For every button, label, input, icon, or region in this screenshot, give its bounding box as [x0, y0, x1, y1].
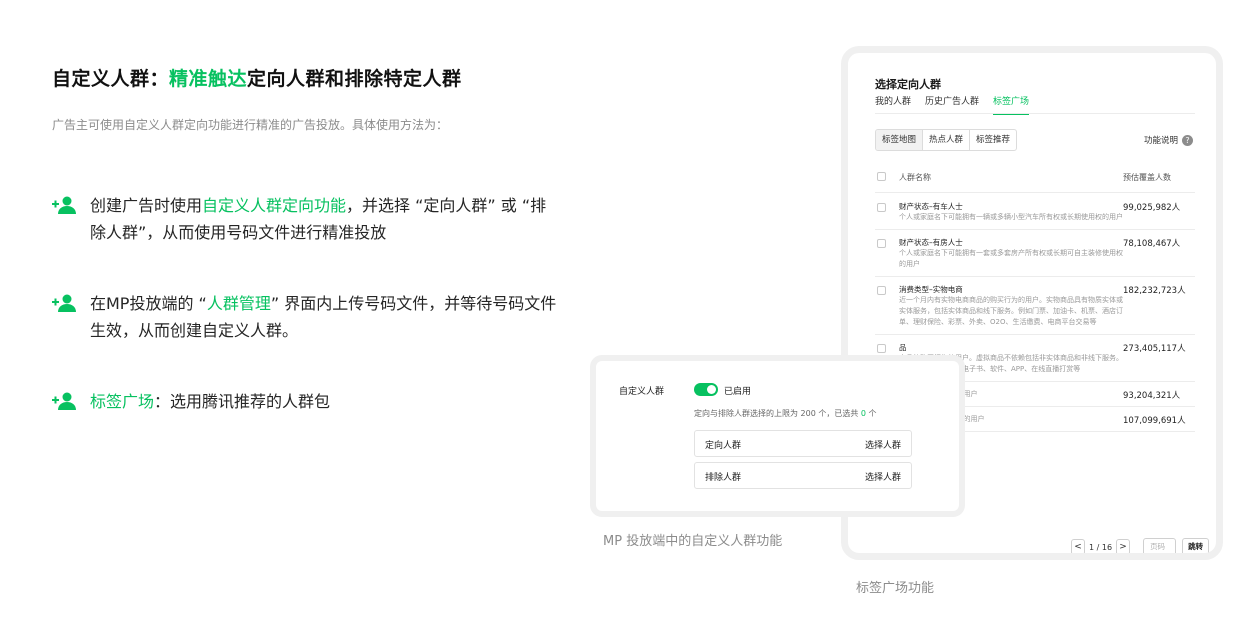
row-name: 品 [899, 343, 907, 352]
bullet-link[interactable]: 标签广场 [90, 392, 154, 411]
prev-page-button[interactable]: < [1071, 539, 1085, 553]
row-count: 78,108,467人 [1123, 239, 1181, 249]
tag-square-content: 选择定向人群 我的人群 历史广告人群 标签广场 标签地图 热点人群 标签推荐 功… [875, 76, 1210, 553]
limit-text-pre: 定向与排除人群选择的上限为 200 个，已选共 [694, 409, 861, 418]
segment-hot-audience[interactable]: 热点人群 [923, 130, 971, 150]
bullet-pre: 在MP投放端的 “ [90, 294, 207, 313]
row-count: 93,204,321人 [1123, 391, 1181, 401]
limit-text-post: 个 [866, 409, 877, 418]
bullet-text: 创建广告时使用自定义人群定向功能，并选择 “定向人群” 或 “排除人群”，从而使… [90, 192, 560, 246]
question-icon: ? [1182, 134, 1193, 146]
panel-title: 选择定向人群 [875, 78, 941, 91]
row-checkbox[interactable] [877, 203, 886, 212]
column-count: 预估覆盖人数 [1123, 173, 1171, 182]
help-label: 功能说明 [1143, 136, 1178, 146]
selection-limit-note: 定向与排除人群选择的上限为 200 个，已选共 0 个 [694, 408, 877, 419]
tab-divider [875, 113, 1195, 114]
title-part2: 定向人群和排除特定人群 [247, 68, 462, 90]
row-count: 182,232,723人 [1123, 286, 1186, 296]
row-desc: 个人或家庭名下可能拥有一套或多套房产所有权或长期可自主装修使用权的用户 [899, 249, 1123, 268]
segment-tag-map[interactable]: 标签地图 [876, 130, 924, 150]
row-name: 消费类型–实物电商 [899, 285, 963, 294]
row-name: 财产状态–有车人士 [899, 202, 963, 211]
bullet-text: 标签广场：选用腾讯推荐的人群包 [90, 388, 560, 415]
bullet-item: 创建广告时使用自定义人群定向功能，并选择 “定向人群” 或 “排除人群”，从而使… [52, 192, 560, 246]
bullet-post: ：选用腾讯推荐的人群包 [154, 392, 331, 411]
add-user-icon [52, 196, 76, 214]
select-audience-button[interactable]: 选择人群 [865, 470, 901, 483]
tab-history-audience[interactable]: 历史广告人群 [925, 94, 979, 115]
bullet-pre: 创建广告时使用 [90, 196, 203, 215]
target-audience-label: 定向人群 [705, 441, 742, 451]
toggle-status: 已启用 [724, 387, 752, 397]
page-subtitle: 广告主可使用自定义人群定向功能进行精准的广告投放。具体使用方法为： [52, 118, 449, 132]
tab-tag-square[interactable]: 标签广场 [993, 94, 1030, 115]
row-count: 107,099,691人 [1123, 416, 1186, 426]
next-page-button[interactable]: > [1116, 539, 1131, 553]
tag-square-caption: 标签广场功能 [856, 581, 935, 596]
jump-button[interactable]: 跳转 [1182, 538, 1210, 553]
pagination: < 1 / 16 > 页码 跳转 [1071, 538, 1210, 553]
table-row: 财产状态–有房人士 个人或家庭名下可能拥有一套或多套房产所有权或长期可自主装修使… [875, 230, 1195, 277]
bullet-item: 在MP投放端的 “人群管理” 界面内上传号码文件，并等待号码文件生效，从而创建自… [52, 290, 560, 344]
exclude-audience-label: 排除人群 [705, 473, 742, 483]
audience-tabs: 我的人群 历史广告人群 标签广场 [875, 94, 1043, 115]
page-indicator: 1 / 16 [1089, 542, 1113, 552]
add-user-icon [52, 294, 76, 312]
row-desc: 个人或家庭名下可能拥有一辆或多辆小型汽车所有权或长期使用权的用户 [899, 213, 1123, 221]
page-input[interactable]: 页码 [1143, 538, 1177, 553]
help-link[interactable]: 功能说明? [1144, 134, 1193, 146]
bullet-link[interactable]: 自定义人群定向功能 [202, 196, 346, 215]
audience-toggle[interactable] [694, 383, 718, 396]
page-title: 自定义人群：精准触达定向人群和排除特定人群 [52, 64, 462, 91]
mp-audience-panel: 自定义人群 已启用 定向与排除人群选择的上限为 200 个，已选共 0 个 定向… [590, 355, 965, 517]
add-user-icon [52, 392, 76, 410]
select-audience-button[interactable]: 选择人群 [865, 438, 901, 451]
title-highlight: 精准触达 [169, 68, 248, 90]
row-desc: 近一个月内有实物电商商品的购买行为的用户。实物商品具有物质实体或实体服务，包括实… [899, 296, 1123, 326]
row-checkbox[interactable] [877, 239, 886, 248]
segment-tag-recommend[interactable]: 标签推荐 [970, 130, 1016, 150]
bullet-item: 标签广场：选用腾讯推荐的人群包 [52, 388, 560, 415]
bullet-text: 在MP投放端的 “人群管理” 界面内上传号码文件，并等待号码文件生效，从而创建自… [90, 290, 560, 344]
segment-control: 标签地图 热点人群 标签推荐 [875, 129, 1018, 151]
bullet-link[interactable]: 人群管理 [207, 294, 271, 313]
row-name: 财产状态–有房人士 [899, 238, 963, 247]
column-name: 人群名称 [899, 173, 931, 182]
row-checkbox[interactable] [877, 344, 886, 353]
table-row: 财产状态–有车人士 个人或家庭名下可能拥有一辆或多辆小型汽车所有权或长期使用权的… [875, 194, 1195, 230]
row-checkbox[interactable] [877, 286, 886, 295]
table-row: 消费类型–实物电商 近一个月内有实物电商商品的购买行为的用户。实物商品具有物质实… [875, 277, 1195, 335]
custom-audience-label: 自定义人群 [619, 387, 665, 397]
tab-my-audience[interactable]: 我的人群 [875, 94, 911, 115]
target-audience-field[interactable]: 定向人群 选择人群 [694, 430, 912, 457]
mp-panel-caption: MP 投放端中的自定义人群功能 [603, 534, 783, 549]
row-count: 99,025,982人 [1123, 203, 1181, 213]
row-count: 273,405,117人 [1123, 344, 1186, 354]
table-header: 人群名称 预估覆盖人数 [875, 169, 1195, 193]
title-part1: 自定义人群： [52, 68, 170, 90]
exclude-audience-field[interactable]: 排除人群 选择人群 [694, 462, 912, 489]
select-all-checkbox[interactable] [877, 172, 886, 181]
